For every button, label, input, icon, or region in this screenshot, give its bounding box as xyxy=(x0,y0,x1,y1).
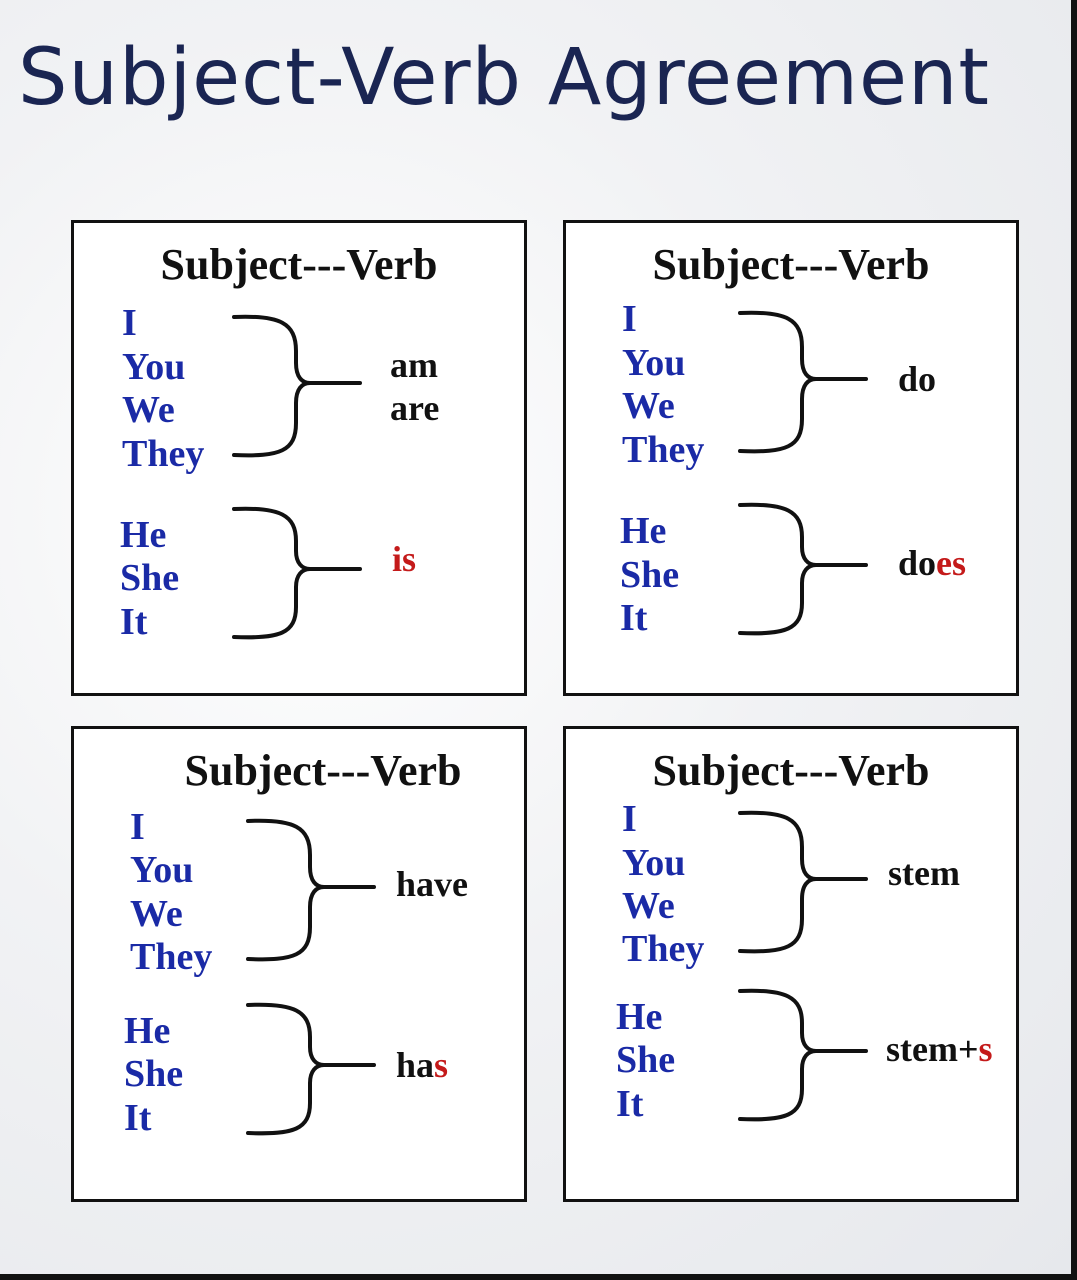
verb-do: do xyxy=(898,359,937,399)
subject-she: She xyxy=(124,1053,184,1095)
subject-he: He xyxy=(124,1010,171,1052)
subject-they: They xyxy=(622,928,705,970)
subject-they: They xyxy=(622,429,705,471)
subject-you: You xyxy=(622,342,686,384)
curly-brace-icon xyxy=(232,506,362,640)
curly-brace-icon xyxy=(232,314,362,458)
subject-you: You xyxy=(622,842,686,884)
subject-he: He xyxy=(120,514,167,556)
subject-it: It xyxy=(616,1083,644,1125)
panel-heading: Subject---Verb xyxy=(652,746,930,795)
subject-he: He xyxy=(616,996,663,1038)
curly-brace-icon xyxy=(738,810,868,954)
panel-heading: Subject---Verb xyxy=(160,240,438,289)
subject-he: He xyxy=(620,510,667,552)
verb-have: have xyxy=(396,864,468,904)
verb-are: are xyxy=(390,388,440,428)
panel-heading: Subject---Verb xyxy=(184,746,462,795)
subject-she: She xyxy=(120,557,180,599)
subject-i: I xyxy=(130,806,145,848)
subject-i: I xyxy=(122,302,137,344)
curly-brace-icon xyxy=(738,988,868,1122)
subject-you: You xyxy=(122,346,186,388)
panel-be: Subject---Verb I You We They am are He S… xyxy=(71,220,527,696)
verb-stem: stem xyxy=(888,853,960,893)
subject-i: I xyxy=(622,798,637,840)
subject-they: They xyxy=(122,433,205,475)
subject-they: They xyxy=(130,936,213,978)
subject-you: You xyxy=(130,849,194,891)
curly-brace-icon xyxy=(246,1002,376,1136)
verb-is: is xyxy=(392,539,417,579)
panel-heading: Subject---Verb xyxy=(652,240,930,289)
verb-has: has xyxy=(396,1045,449,1085)
curly-brace-icon xyxy=(738,502,868,636)
panel-have: Subject---Verb I You We They have He She… xyxy=(71,726,527,1202)
subject-it: It xyxy=(124,1097,152,1139)
subject-she: She xyxy=(616,1039,676,1081)
curly-brace-icon xyxy=(738,310,868,454)
curly-brace-icon xyxy=(246,818,376,962)
page-title: Subject-Verb Agreement xyxy=(18,33,991,123)
subject-we: We xyxy=(622,885,675,927)
verb-stem-s: stem+s xyxy=(886,1029,993,1069)
panel-do: Subject---Verb I You We They do He She I… xyxy=(563,220,1019,696)
subject-we: We xyxy=(130,893,183,935)
verb-am: am xyxy=(390,345,438,385)
subject-i: I xyxy=(622,298,637,340)
subject-we: We xyxy=(122,389,175,431)
panel-stem: Subject---Verb I You We They stem He She… xyxy=(563,726,1019,1202)
verb-does: does xyxy=(898,543,967,583)
subject-it: It xyxy=(120,601,148,643)
subject-she: She xyxy=(620,554,680,596)
subject-it: It xyxy=(620,597,648,639)
subject-we: We xyxy=(622,385,675,427)
